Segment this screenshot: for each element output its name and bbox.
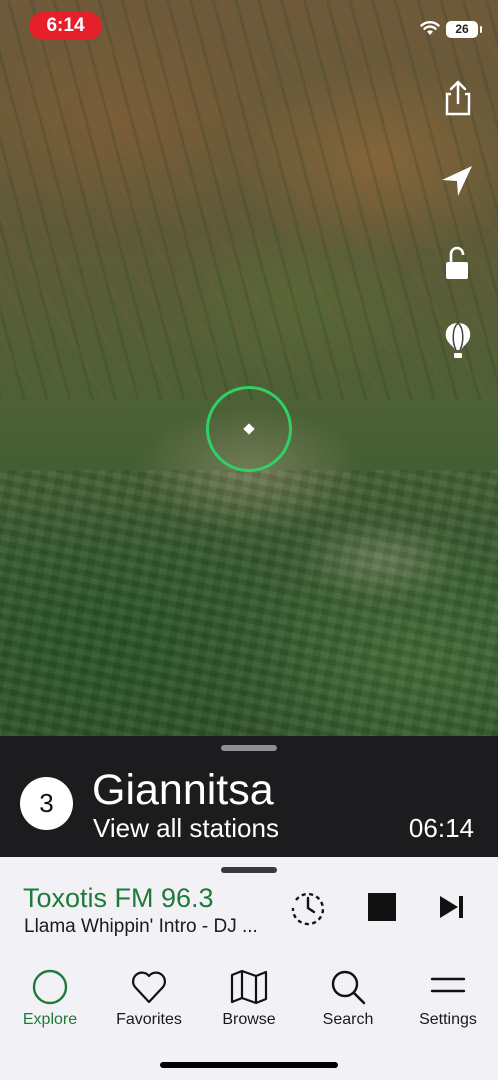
locate-button[interactable] xyxy=(438,160,478,200)
wifi-icon xyxy=(420,21,440,35)
view-all-stations-link[interactable]: View all stations xyxy=(93,813,279,844)
stop-icon xyxy=(368,893,396,921)
lock-button[interactable] xyxy=(438,242,478,282)
player-drag-handle[interactable] xyxy=(221,867,277,873)
tab-favorites[interactable]: Favorites xyxy=(104,967,194,1029)
location-name: Giannitsa xyxy=(92,766,274,814)
panel-drag-handle[interactable] xyxy=(221,745,277,751)
tab-label: Browse xyxy=(222,1011,276,1028)
location-arrow-icon xyxy=(442,166,472,196)
skip-next-icon xyxy=(440,896,463,918)
skip-next-button[interactable] xyxy=(432,887,472,927)
unlock-icon xyxy=(446,246,468,279)
tab-browse[interactable]: Browse xyxy=(204,967,294,1029)
tab-search[interactable]: Search xyxy=(303,967,393,1029)
tab-label: Favorites xyxy=(116,1011,182,1028)
share-icon xyxy=(445,80,471,116)
hot-air-balloon-icon xyxy=(445,322,471,358)
location-panel[interactable]: 3 Giannitsa View all stations 06:14 xyxy=(0,736,498,857)
stop-button[interactable] xyxy=(362,887,402,927)
local-time: 06:14 xyxy=(408,813,474,843)
tab-label: Settings xyxy=(419,1011,477,1028)
home-indicator[interactable] xyxy=(160,1062,338,1068)
tab-label: Search xyxy=(322,1011,374,1028)
tab-label: Explore xyxy=(22,1011,78,1028)
tab-settings[interactable]: Settings xyxy=(403,967,493,1029)
player-bar: Toxotis FM 96.3 Llama Whippin' Intro - D… xyxy=(0,857,498,1080)
explore-circle-icon xyxy=(32,969,68,1005)
sleep-timer-icon xyxy=(291,892,325,926)
heart-icon xyxy=(132,971,166,1004)
station-name[interactable]: Toxotis FM 96.3 xyxy=(23,883,214,914)
globe-map[interactable]: 6:14 26 xyxy=(0,0,498,736)
station-count-badge: 3 xyxy=(20,777,73,830)
track-name: Llama Whippin' Intro - DJ ... xyxy=(24,916,258,937)
battery-indicator: 26 xyxy=(446,21,482,38)
fields-texture xyxy=(0,470,498,736)
terrain-texture xyxy=(0,0,498,400)
share-button[interactable] xyxy=(438,78,478,118)
sleep-timer-button[interactable] xyxy=(288,887,328,927)
search-icon xyxy=(331,970,366,1005)
tips-button[interactable] xyxy=(438,320,478,360)
status-time: 6:14 xyxy=(29,12,102,40)
tab-explore[interactable]: Explore xyxy=(5,967,95,1029)
tab-bar: Explore Favorites Browse Search Settings xyxy=(0,967,498,1037)
menu-lines-icon xyxy=(430,977,466,993)
map-icon xyxy=(230,969,268,1005)
